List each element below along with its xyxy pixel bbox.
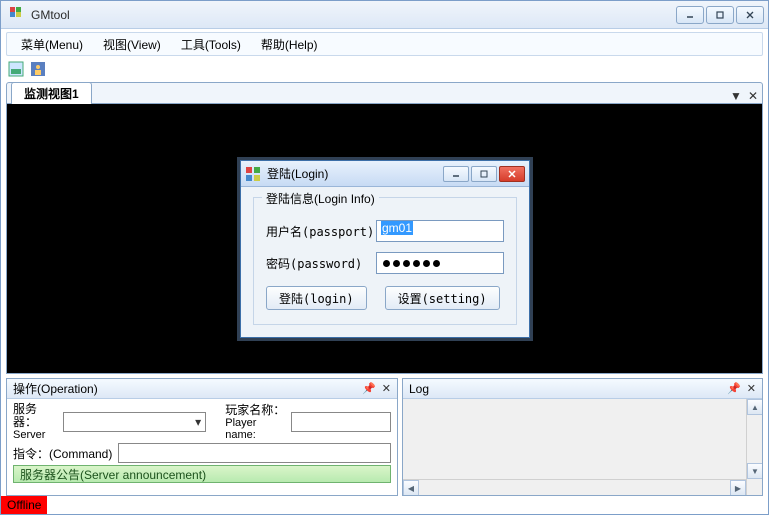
login-info-group: 登陆信息(Login Info) 用户名(passport) gm01 密码(p… [253,197,517,325]
server-label-en: Server [13,429,59,441]
toolbar-button-2[interactable] [28,59,48,79]
app-icon [245,166,261,182]
operation-panel-title: 操作(Operation) [13,380,356,397]
menubar: 菜单(Menu) 视图(View) 工具(Tools) 帮助(Help) [6,32,763,56]
password-input[interactable] [376,252,504,274]
scroll-left-button[interactable]: ◀ [403,480,419,495]
menu-item-help[interactable]: 帮助(Help) [251,34,328,55]
panel-close-icon[interactable]: ✕ [382,382,391,395]
horizontal-scrollbar[interactable]: ◀ ▶ [403,479,746,495]
password-label: 密码(password) [266,255,376,272]
dialog-close-button[interactable] [499,166,525,182]
login-titlebar[interactable]: 登陆(Login) [241,161,529,187]
scroll-up-button[interactable]: ▲ [747,399,762,415]
server-combo[interactable] [63,412,206,432]
pin-icon[interactable]: 📌 [362,382,376,395]
menu-item-menu[interactable]: 菜单(Menu) [11,34,93,55]
close-button[interactable] [736,6,764,24]
window-title: GMtool [31,8,676,22]
app-icon [9,7,25,23]
titlebar[interactable]: GMtool [1,1,768,29]
command-label: 指令：(Command) [13,445,112,462]
operation-panel-body: 服务器： Server 玩家名称： Player name: 指令：(Comma… [7,399,397,495]
pin-icon[interactable]: 📌 [727,382,741,395]
player-label-en: Player name: [225,417,287,441]
log-panel-header[interactable]: Log 📌 ✕ [403,379,762,399]
panel-close-icon[interactable]: ✕ [747,382,756,395]
bottom-panels: 操作(Operation) 📌 ✕ 服务器： Server 玩家名称： Play… [6,378,763,496]
statusbar: Offline [1,496,768,514]
login-button[interactable]: 登陆(login) [266,286,367,310]
tab-monitor-view-1[interactable]: 监测视图1 [11,82,92,104]
log-panel-body: ▲ ▼ ◀ ▶ [403,399,762,495]
menu-item-view[interactable]: 视图(View) [93,34,171,55]
log-panel: Log 📌 ✕ ▲ ▼ ◀ ▶ [402,378,763,496]
scroll-down-button[interactable]: ▼ [747,463,762,479]
operation-panel: 操作(Operation) 📌 ✕ 服务器： Server 玩家名称： Play… [6,378,398,496]
server-label-cn: 服务器： [13,403,59,429]
dialog-maximize-button[interactable] [471,166,497,182]
player-label-cn: 玩家名称： [225,404,287,417]
menu-item-tools[interactable]: 工具(Tools) [171,34,251,55]
command-input[interactable] [118,443,391,463]
operation-panel-header[interactable]: 操作(Operation) 📌 ✕ [7,379,397,399]
minimize-button[interactable] [676,6,704,24]
login-group-title: 登陆信息(Login Info) [262,190,379,207]
toolbar-button-1[interactable] [6,59,26,79]
password-mask [381,253,499,273]
tabstrip: 监测视图1 ▼ ✕ [6,82,763,104]
scroll-right-button[interactable]: ▶ [730,480,746,495]
announcement-text: 服务器公告(Server announcement) [20,466,206,483]
setting-button[interactable]: 设置(setting) [385,286,500,310]
login-dialog[interactable]: 登陆(Login) 登陆信息(Login Info) 用户名(passport)… [240,160,530,338]
announcement-banner[interactable]: 服务器公告(Server announcement) [13,465,391,483]
username-label: 用户名(passport) [266,223,376,240]
tab-close-icon[interactable]: ✕ [748,89,758,103]
player-name-input[interactable] [291,412,391,432]
tab-dropdown-icon[interactable]: ▼ [730,89,742,103]
login-dialog-title: 登陆(Login) [267,165,443,182]
dialog-minimize-button[interactable] [443,166,469,182]
maximize-button[interactable] [706,6,734,24]
toolbar [6,58,763,80]
status-offline: Offline [1,496,47,514]
vertical-scrollbar[interactable]: ▲ ▼ [746,399,762,495]
log-panel-title: Log [409,382,721,396]
username-input[interactable]: gm01 [376,220,504,242]
